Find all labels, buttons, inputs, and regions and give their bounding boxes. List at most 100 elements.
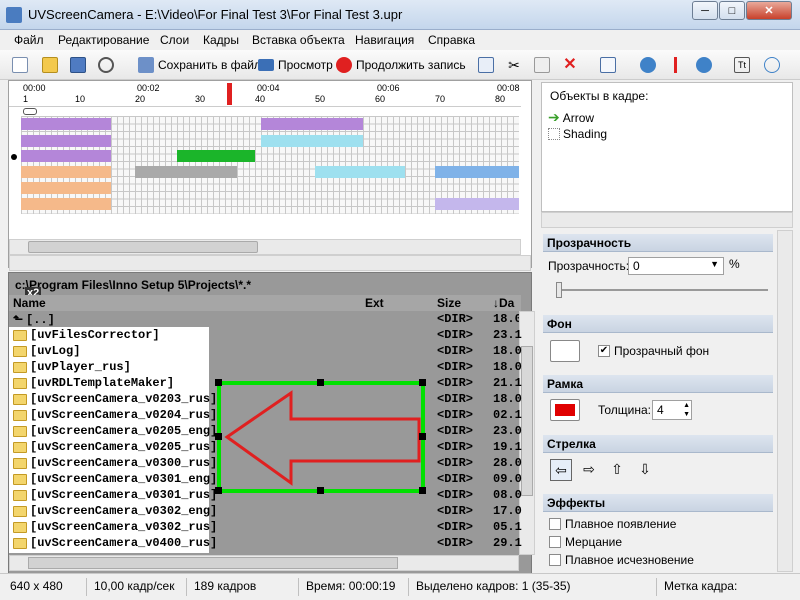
transparency-slider[interactable] — [556, 282, 768, 298]
list-item[interactable]: [uvScreenCamera_v0400_rus] <DIR> 29.1 — [9, 535, 522, 551]
timeline-ruler[interactable]: 00:00 00:02 00:04 00:06 00:08 1 10 20 30… — [9, 81, 521, 107]
folder-icon — [13, 345, 27, 357]
menu-edit[interactable]: Редактирование — [58, 33, 149, 47]
arrow-right-button[interactable]: ⇨ — [578, 459, 600, 481]
arrow-left-button[interactable]: ⇦ — [550, 459, 572, 481]
effect-fade-in-checkbox[interactable]: Плавное появление — [549, 517, 676, 531]
properties-v-scrollbar[interactable] — [777, 230, 793, 572]
prev-marker-button[interactable] — [640, 55, 656, 75]
save-button[interactable] — [70, 55, 86, 75]
new-button[interactable] — [12, 55, 28, 75]
clip[interactable] — [21, 166, 111, 178]
spin-arrows-icon[interactable]: ▲ ▼ — [683, 401, 690, 419]
arrow-header[interactable]: Стрелка — [543, 435, 773, 453]
properties-button[interactable] — [600, 55, 616, 75]
effects-header[interactable]: Эффекты — [543, 494, 773, 512]
list-item[interactable]: [uvLog] <DIR> 18.0 — [9, 343, 522, 359]
col-size[interactable]: Size — [437, 296, 461, 310]
track-expand-icon[interactable] — [23, 108, 37, 115]
folder-icon — [13, 329, 27, 341]
transparent-bg-checkbox[interactable]: ✔ Прозрачный фон — [598, 344, 709, 358]
scroll-thumb[interactable] — [28, 241, 258, 253]
menu-frames[interactable]: Кадры — [203, 33, 239, 47]
folder-icon — [13, 521, 27, 533]
preview-icon — [258, 59, 274, 71]
preview-button[interactable]: Просмотр — [258, 55, 333, 75]
transparency-header[interactable]: Прозрачность — [543, 234, 773, 252]
text-button[interactable]: Tt — [734, 55, 750, 75]
next-marker-button[interactable] — [696, 55, 712, 75]
ruler-frame: 50 — [315, 94, 326, 104]
menu-help[interactable]: Справка — [428, 33, 475, 47]
playhead-marker[interactable] — [227, 83, 232, 105]
folder-icon — [13, 537, 27, 549]
arrow-object-preview[interactable] — [209, 375, 439, 499]
col-ext[interactable]: Ext — [365, 296, 384, 310]
callout-button[interactable] — [764, 55, 780, 75]
copy-icon — [478, 57, 494, 73]
list-item[interactable]: [uvScreenCamera_v0302_eng] <DIR> 17.0 — [9, 503, 522, 519]
checkbox-icon — [549, 536, 561, 548]
menu-file[interactable]: Файл — [14, 33, 44, 47]
clip[interactable] — [177, 150, 255, 162]
chevron-down-icon: ▼ — [710, 259, 719, 269]
save-to-file-button[interactable]: Сохранить в файл — [138, 55, 261, 75]
cut-button[interactable]: ✂ — [506, 55, 522, 75]
object-item-arrow[interactable]: ➔ Arrow — [548, 109, 594, 126]
clip[interactable] — [21, 182, 111, 194]
menu-navigation[interactable]: Навигация — [355, 33, 414, 47]
col-date[interactable]: ↓Da — [493, 296, 514, 310]
clip[interactable] — [21, 135, 111, 147]
list-item[interactable]: [uvPlayer_rus] <DIR> 18.0 — [9, 359, 522, 375]
effect-fade-out-checkbox[interactable]: Плавное исчезновение — [549, 553, 694, 567]
scroll-thumb[interactable] — [521, 346, 533, 496]
history-button[interactable] — [98, 55, 114, 75]
menu-layers[interactable]: Слои — [160, 33, 189, 47]
clip[interactable] — [21, 118, 111, 130]
clip[interactable] — [435, 198, 519, 210]
background-color-button[interactable] — [550, 340, 580, 362]
ruler-frame: 30 — [195, 94, 206, 104]
col-name[interactable]: Name — [13, 296, 46, 310]
right-panel-h-scrollbar[interactable] — [541, 212, 793, 228]
arrow-down-button[interactable]: ⇩ — [634, 459, 656, 481]
arrow-up-button[interactable]: ⇧ — [606, 459, 628, 481]
list-item[interactable]: [uvFilesCorrector] <DIR> 23.1 — [9, 327, 522, 343]
frame-header[interactable]: Рамка — [543, 375, 773, 393]
timeline-panel[interactable]: 00:00 00:02 00:04 00:06 00:08 1 10 20 30… — [8, 80, 532, 271]
file-list-h-scrollbar[interactable] — [9, 555, 519, 571]
open-button[interactable] — [42, 55, 58, 75]
delete-button[interactable]: ✕ — [562, 55, 578, 75]
timeline-h-scrollbar-2[interactable] — [9, 255, 531, 271]
list-item[interactable]: [uvScreenCamera_v0302_rus] <DIR> 05.1 — [9, 519, 522, 535]
thickness-stepper[interactable]: 4 ▲ ▼ — [652, 400, 692, 420]
delete-icon: ✕ — [563, 56, 577, 73]
list-item-up[interactable]: ⬑ [..] <DIR> 18.0 — [9, 311, 522, 327]
background-header[interactable]: Фон — [543, 315, 773, 333]
maximize-button[interactable]: □ — [719, 1, 745, 20]
split-button[interactable] — [668, 55, 684, 75]
clip[interactable] — [135, 166, 237, 178]
clip[interactable] — [21, 198, 111, 210]
clip[interactable] — [261, 118, 363, 130]
paste-button[interactable] — [534, 55, 550, 75]
clip[interactable] — [435, 166, 519, 178]
clip[interactable] — [21, 150, 111, 162]
slider-thumb[interactable] — [556, 282, 562, 298]
timeline-h-scrollbar[interactable] — [9, 239, 521, 255]
scroll-thumb[interactable] — [28, 557, 398, 569]
timeline-tracks[interactable] — [21, 116, 519, 214]
object-item-shading[interactable]: Shading — [548, 127, 607, 141]
effect-blink-checkbox[interactable]: Мерцание — [549, 535, 622, 549]
clip[interactable] — [261, 135, 363, 147]
close-button[interactable]: ✕ — [746, 1, 792, 20]
column-header[interactable]: Name Ext Size ↓Da — [9, 295, 521, 311]
menu-insert-object[interactable]: Вставка объекта — [252, 33, 345, 47]
shading-object-icon — [548, 128, 560, 140]
minimize-button[interactable]: ─ — [692, 1, 718, 20]
clip[interactable] — [315, 166, 405, 178]
transparency-select[interactable]: 0 ▼ — [628, 257, 724, 275]
copy-button[interactable] — [478, 55, 494, 75]
continue-recording-button[interactable]: Продолжить запись — [336, 55, 466, 75]
frame-color-button[interactable] — [550, 399, 580, 421]
